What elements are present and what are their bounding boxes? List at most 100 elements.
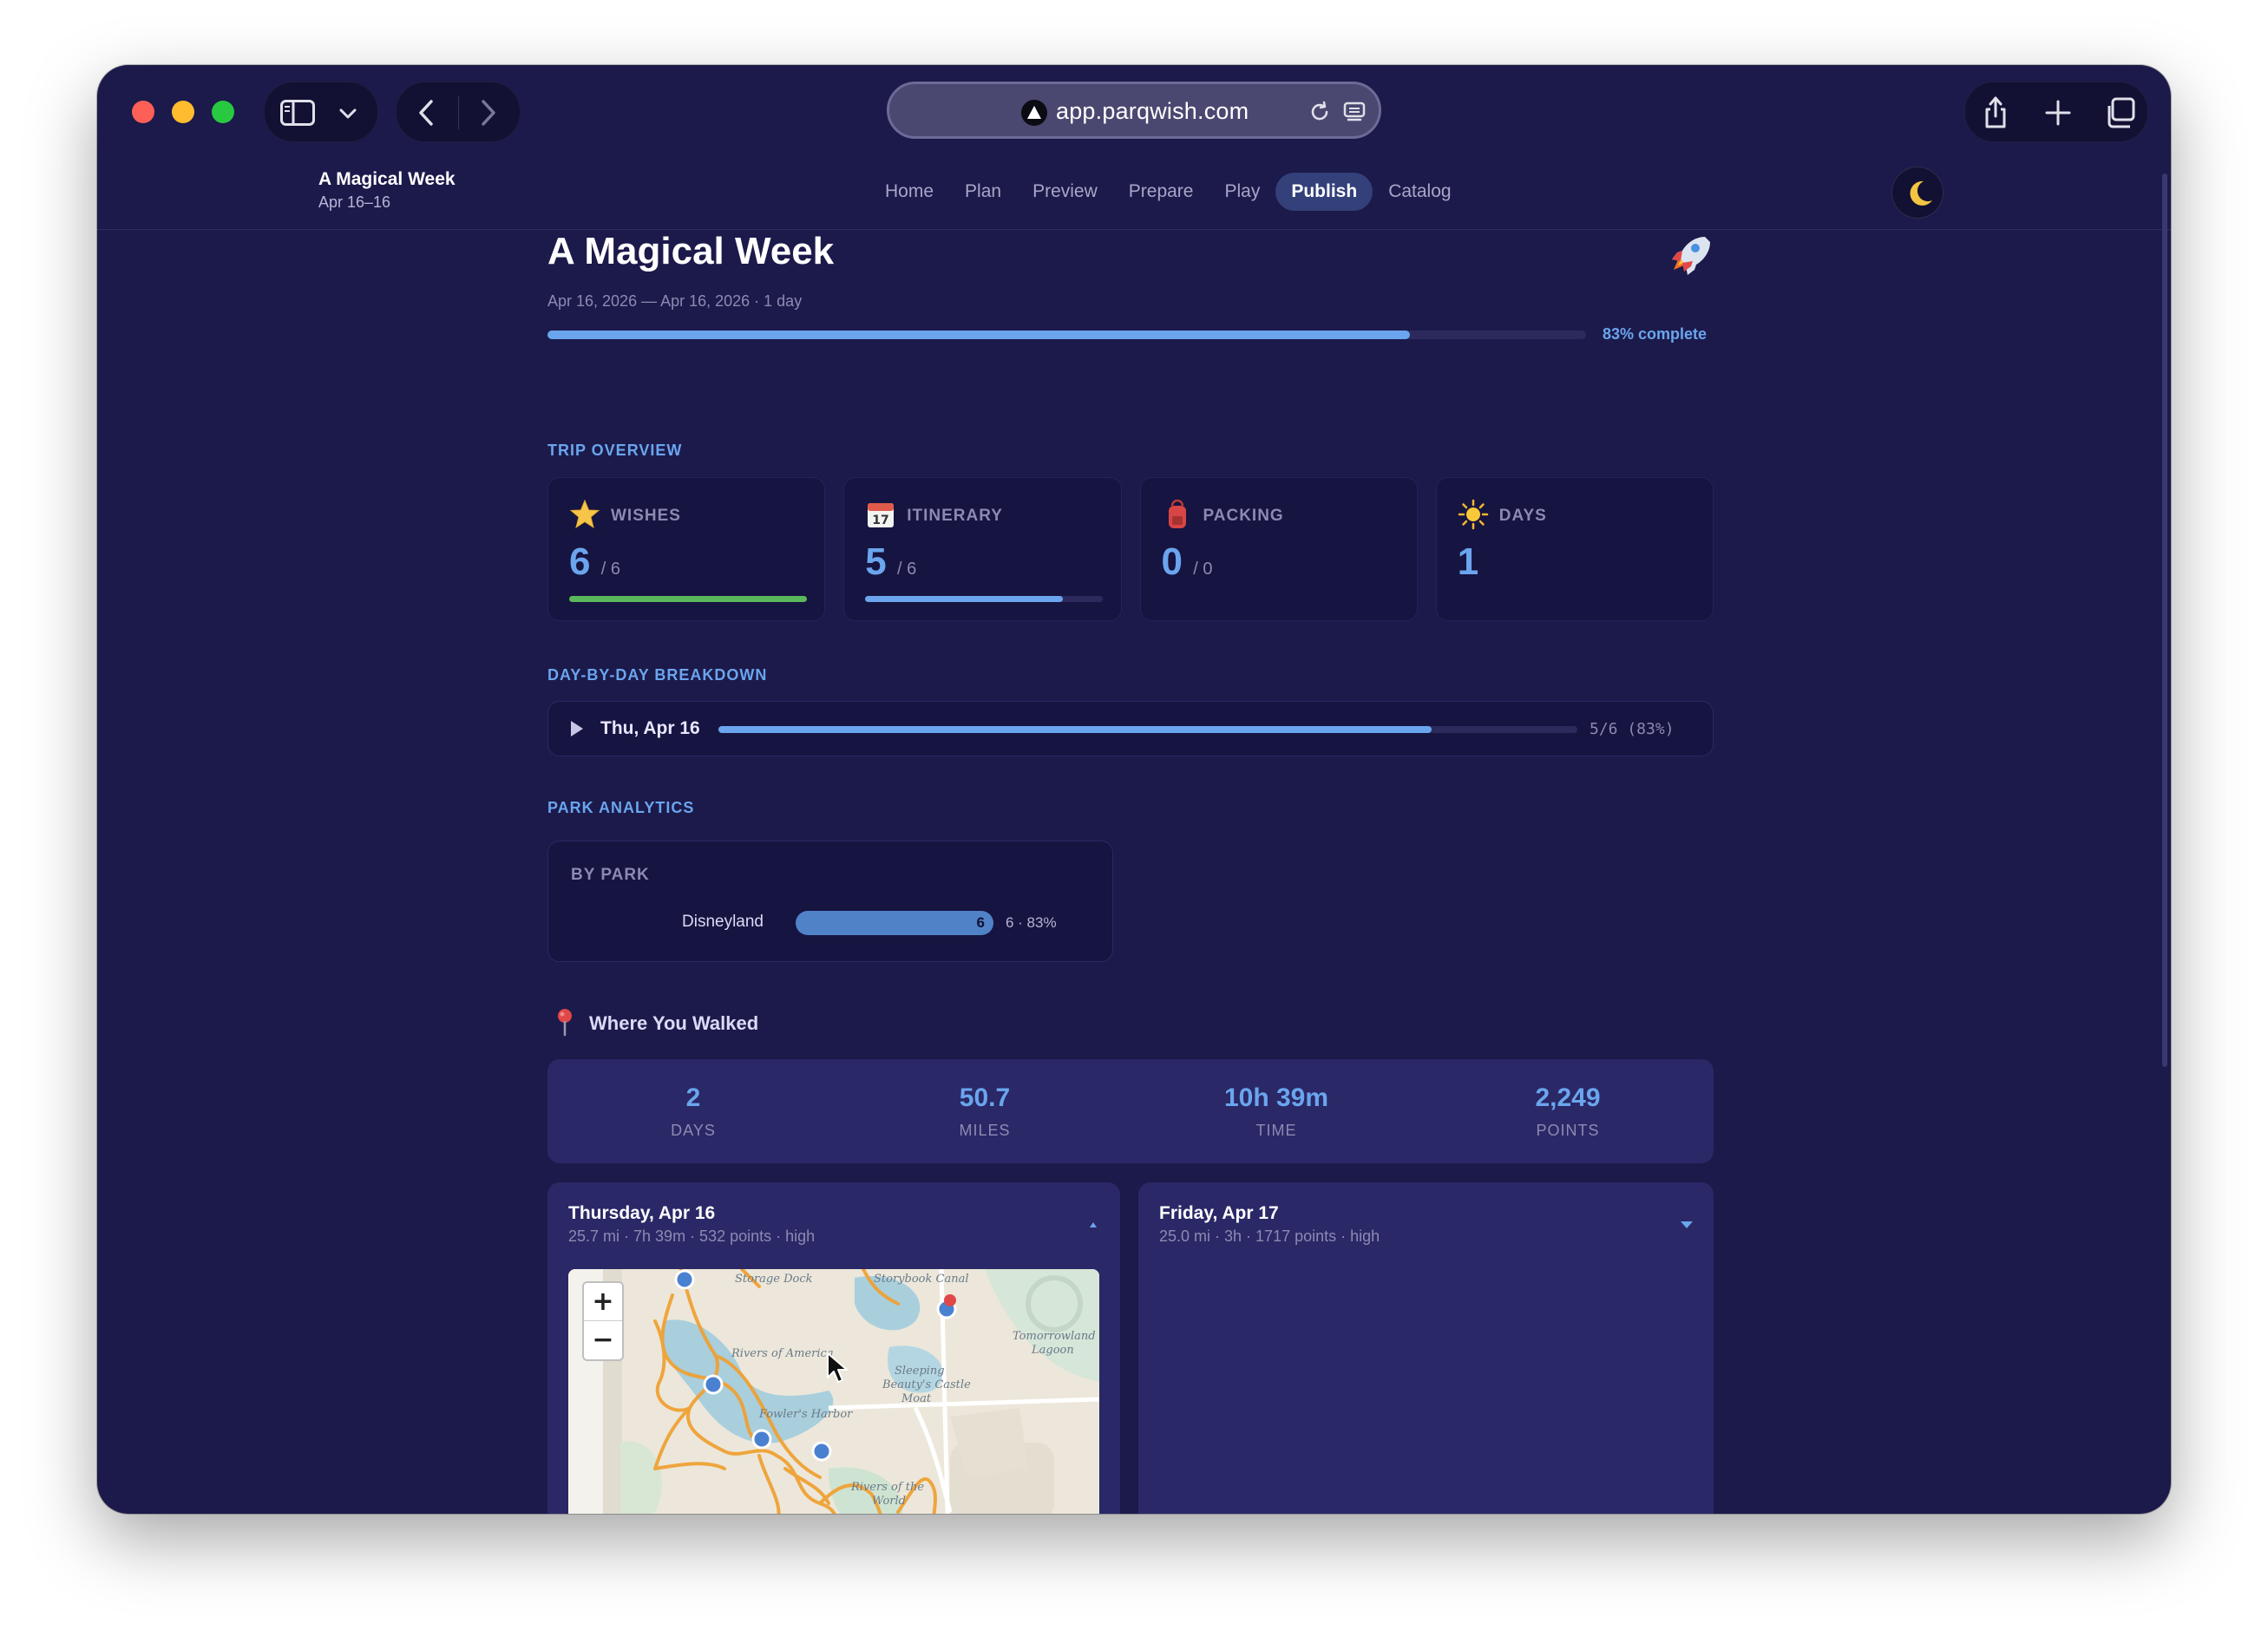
reload-icon[interactable]: [1308, 100, 1332, 124]
day-breakdown-label: Thu, Apr 16: [600, 718, 700, 738]
days-value: 1: [1457, 540, 1479, 583]
svg-text:17: 17: [873, 514, 889, 527]
packing-label: PACKING: [1203, 507, 1284, 525]
site-favicon-icon: [1021, 100, 1047, 126]
itinerary-progress-bar: [865, 596, 1104, 602]
walk-day-title[interactable]: Friday, Apr 17: [1159, 1203, 1279, 1224]
browser-toolbar: app.parqwish.com: [97, 65, 2171, 160]
walk-stat-value: 50.7: [959, 1083, 1011, 1112]
nav-item-plan[interactable]: Plan: [949, 173, 1017, 211]
walk-stat-label: DAYS: [671, 1122, 716, 1139]
nav-item-play[interactable]: Play: [1209, 173, 1275, 211]
map-label: Tomorrowland: [1013, 1330, 1096, 1343]
trip-progress-fill: [547, 331, 1410, 339]
itinerary-progress-fill: [865, 596, 1063, 602]
nav-item-publish[interactable]: Publish: [1275, 173, 1373, 211]
nav-item-catalog[interactable]: Catalog: [1373, 173, 1466, 211]
itinerary-label: ITINERARY: [907, 507, 1003, 525]
park-stat: 6 · 83%: [1006, 914, 1057, 931]
zoom-out-button[interactable]: −: [584, 1321, 622, 1359]
rocket-icon: [1672, 237, 1710, 275]
packing-value: 0 / 0: [1161, 540, 1213, 583]
new-tab-icon[interactable]: [2045, 100, 2071, 126]
map-label: Rivers of America: [731, 1347, 834, 1360]
theme-toggle-button[interactable]: [1891, 167, 1944, 219]
walk-day-summary: 25.7 mi · 7h 39m · 532 points · high: [568, 1227, 816, 1245]
park-name: Disneyland: [682, 913, 764, 931]
zoom-in-button[interactable]: +: [584, 1283, 622, 1321]
end-marker[interactable]: [944, 1294, 956, 1306]
wishes-progress-bar: [569, 596, 807, 602]
tab-overview-icon[interactable]: [2104, 97, 2135, 128]
wishes-card[interactable]: WISHES 6 / 6: [547, 477, 826, 621]
moon-icon: [1910, 180, 1932, 206]
walk-route-map[interactable]: Storage Dock Storybook Canal Rivers of A…: [568, 1269, 1099, 1514]
day-breakdown-heading: DAY-BY-DAY BREAKDOWN: [547, 666, 768, 684]
main-nav: Home Plan Preview Prepare Play Publish C…: [869, 173, 1467, 211]
calendar-icon: 17: [868, 503, 895, 527]
walk-stat-days: 2 DAYS: [547, 1059, 839, 1163]
map-label: Lagoon: [1032, 1344, 1074, 1357]
back-icon[interactable]: [417, 100, 435, 126]
park-analytics-heading: PARK ANALYTICS: [547, 799, 695, 816]
forward-icon[interactable]: [480, 100, 497, 126]
sun-icon: [1458, 499, 1488, 530]
map-label: Storybook Canal: [874, 1273, 969, 1286]
route-marker[interactable]: [751, 1429, 772, 1450]
days-card[interactable]: DAYS 1: [1435, 477, 1714, 621]
walk-stat-miles: 50.7 MILES: [839, 1059, 1131, 1163]
trip-progress-label: 83% complete: [1603, 325, 1708, 343]
nav-item-home[interactable]: Home: [869, 173, 949, 211]
close-window-button[interactable]: [132, 101, 154, 123]
chevron-down-icon[interactable]: [1680, 1221, 1694, 1229]
nav-item-preview[interactable]: Preview: [1017, 173, 1113, 211]
history-nav-group: [396, 82, 521, 142]
site-date-range: Apr 16–16: [318, 193, 391, 211]
walk-day-card-friday[interactable]: Friday, Apr 17 25.0 mi · 3h · 1717 point…: [1138, 1182, 1714, 1514]
chevron-up-icon[interactable]: [1087, 1221, 1099, 1229]
trip-progress-bar: [547, 331, 1586, 339]
trip-meta: Apr 16, 2026 — Apr 16, 2026 · 1 day: [547, 292, 803, 310]
url-text: app.parqwish.com: [1056, 98, 1249, 124]
zoom-window-button[interactable]: [212, 101, 234, 123]
address-bar[interactable]: app.parqwish.com: [887, 82, 1381, 139]
map-label: Beauty's Castle: [882, 1378, 971, 1391]
walk-day-card-thursday: Thursday, Apr 16 25.7 mi · 7h 39m · 532 …: [547, 1182, 1120, 1514]
map-label: Fowler's Harbor: [759, 1408, 853, 1421]
route-marker[interactable]: [703, 1374, 724, 1395]
walk-stat-label: MILES: [959, 1122, 1011, 1139]
sidebar-toggle-group[interactable]: [264, 82, 378, 142]
nav-item-prepare[interactable]: Prepare: [1113, 173, 1209, 211]
wishes-label: WISHES: [611, 507, 681, 525]
day-breakdown-row[interactable]: Thu, Apr 16 5/6 (83%): [547, 701, 1714, 756]
walk-stat-time: 10h 39m TIME: [1131, 1059, 1422, 1163]
packing-card[interactable]: PACKING 0 / 0: [1139, 477, 1418, 621]
page-scrollbar[interactable]: [2162, 173, 2167, 1067]
day-breakdown-stat: 5/6 (83%): [1590, 720, 1675, 738]
map-label: World: [872, 1495, 906, 1508]
day-breakdown-progress-fill: [718, 726, 1432, 733]
share-icon[interactable]: [1983, 95, 2009, 130]
itinerary-card[interactable]: 17 ITINERARY 5 / 6: [843, 477, 1122, 621]
park-bar: 6: [796, 911, 993, 935]
chevron-down-icon[interactable]: [339, 108, 357, 120]
walk-stat-label: TIME: [1255, 1122, 1297, 1139]
expand-triangle-icon[interactable]: [571, 721, 583, 736]
walk-day-title[interactable]: Thursday, Apr 16: [568, 1203, 715, 1224]
walk-stat-value: 2: [685, 1083, 701, 1112]
route-marker[interactable]: [674, 1269, 695, 1290]
wishes-value: 6 / 6: [569, 540, 620, 583]
pin-icon: [558, 1009, 572, 1037]
star-icon: [569, 499, 600, 529]
days-label: DAYS: [1498, 507, 1547, 525]
route-marker[interactable]: [811, 1441, 832, 1462]
sidebar-icon[interactable]: [280, 100, 315, 126]
minimize-window-button[interactable]: [172, 101, 194, 123]
site-title[interactable]: A Magical Week: [318, 169, 456, 190]
reader-icon[interactable]: [1342, 100, 1367, 124]
map-label: Sleeping: [895, 1365, 945, 1378]
wishes-progress-fill: [569, 596, 807, 602]
backpack-icon: [1168, 499, 1186, 528]
map-label: Storage Dock: [735, 1273, 813, 1286]
by-park-card: BY PARK Disneyland 6 6 · 83%: [547, 841, 1113, 962]
